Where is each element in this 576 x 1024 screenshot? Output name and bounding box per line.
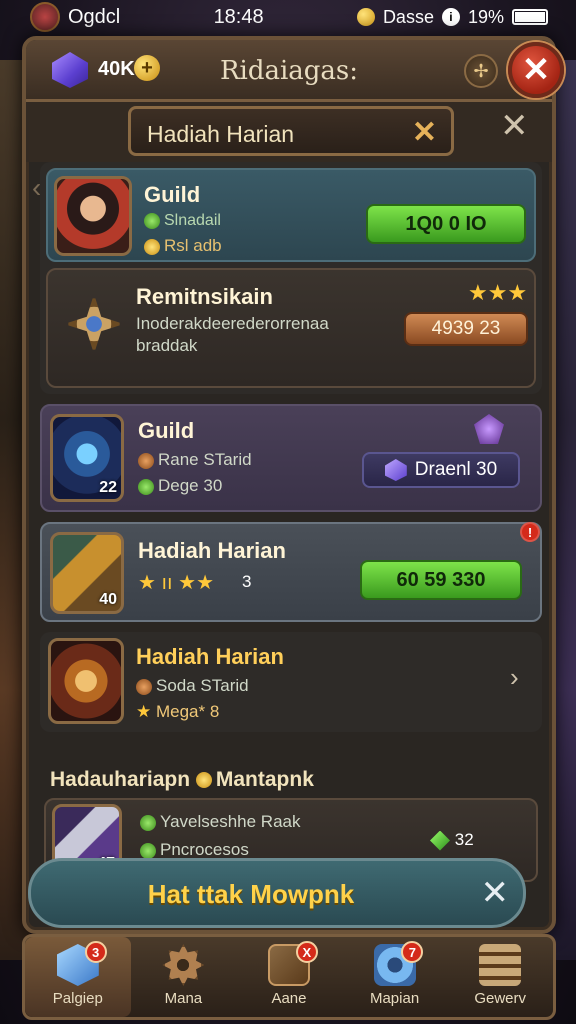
star-rating: ★ ıı ★★ xyxy=(138,572,215,594)
item-name: Guild xyxy=(144,182,201,207)
item-name: Remitnsikain xyxy=(136,284,273,309)
green-gem-icon xyxy=(430,830,450,851)
item-detail: Pncrocesos xyxy=(140,840,249,860)
gem-cost-button[interactable]: Draenl 30 xyxy=(362,452,520,488)
nav-label: Gewerv xyxy=(474,990,527,1007)
dismiss-icon[interactable]: ✕ xyxy=(500,106,529,146)
tab-close-icon[interactable]: ✕ xyxy=(412,115,437,150)
info-icon: i xyxy=(441,8,460,26)
hero-portrait xyxy=(48,638,124,724)
nav-label: Mapian xyxy=(369,990,420,1007)
network-text: Dasse xyxy=(382,6,434,27)
hero-portrait xyxy=(54,176,132,256)
item-detail: Dege 30 xyxy=(138,476,222,496)
close-icon[interactable]: ✕ xyxy=(481,873,510,913)
tab-label: Hadiah Harian xyxy=(147,121,295,147)
item-detail: Slnadail xyxy=(144,212,221,230)
panel-header: 40K + Ridaiagas: ✢ ✕ xyxy=(26,40,564,102)
action-label: Hat ttak Mowpnk xyxy=(147,879,355,909)
chevron-right-icon[interactable]: › xyxy=(510,662,519,693)
star-icon: ★ xyxy=(136,702,156,721)
level-tag: 40 xyxy=(99,591,117,608)
claim-button[interactable]: 1Q0 0 IO xyxy=(366,204,526,244)
item-name: Hadiah Harian xyxy=(138,538,286,563)
notification-badge: 3 xyxy=(84,941,107,963)
nav-item-aane[interactable]: Aane X xyxy=(236,937,342,1017)
item-detail: Rane STarid xyxy=(138,450,252,470)
list-item[interactable]: Remitnsikain Inoderakdeerederorrenaa bra… xyxy=(46,268,536,388)
price-button[interactable]: 4939 23 xyxy=(404,312,528,346)
item-detail: Rsl adb xyxy=(144,236,222,256)
item-name: Guild xyxy=(138,418,195,443)
section-title: Hadauhariapn Mantapnk xyxy=(50,768,314,791)
status-bar: Ogdcl 18:48 Dasse i 19% xyxy=(0,0,576,34)
notification-badge: X xyxy=(295,941,318,963)
nav-item-gewerv[interactable]: Gewerv xyxy=(447,937,553,1017)
orb-icon xyxy=(474,414,504,444)
menu-icon xyxy=(479,944,522,986)
list-item[interactable]: Hadiah Harian Soda STarid ★ Mega* 8 › xyxy=(40,632,542,732)
rewards-panel: 40K + Ridaiagas: ✢ ✕ ‹ Hadiah Harian ✕ ✕… xyxy=(22,36,564,934)
list-item[interactable]: Guild Slnadail Rsl adb 1Q0 0 IO xyxy=(46,168,536,262)
star-count: 3 xyxy=(242,572,252,591)
tab-daily-reward[interactable]: Hadiah Harian ✕ xyxy=(128,106,454,156)
notification-badge: 7 xyxy=(401,941,424,963)
gear-icon xyxy=(162,944,205,986)
nav-label: Palgiep xyxy=(52,990,103,1007)
level-tag: 22 xyxy=(99,479,117,496)
item-detail: ★ Mega* 8 xyxy=(136,702,220,721)
gem-icon xyxy=(384,459,407,481)
carrier-text: Ogdcl xyxy=(68,5,121,28)
battery-icon xyxy=(512,9,548,25)
action-banner[interactable]: Hat ttak Mowpnk ✕ xyxy=(28,858,526,928)
item-portrait: 40 xyxy=(50,532,124,614)
leaf-icon xyxy=(140,814,156,831)
claim-button[interactable]: 60 59 330 xyxy=(360,560,522,600)
nav-item-mapian[interactable]: Mapian 7 xyxy=(342,937,448,1017)
notification-badge: ! xyxy=(520,522,540,542)
coin-icon xyxy=(144,238,160,255)
medal-icon xyxy=(136,678,152,695)
item-description: braddak xyxy=(136,336,198,355)
nav-item-mana[interactable]: Mana xyxy=(131,937,237,1017)
hero-portrait: 22 xyxy=(50,414,124,502)
nav-label: Aane xyxy=(271,990,307,1007)
clock: 18:48 xyxy=(213,5,264,28)
item-name: Hadiah Harian xyxy=(136,644,284,669)
close-button[interactable]: ✕ xyxy=(508,42,564,98)
settings-button[interactable]: ✢ xyxy=(464,54,498,88)
list-item[interactable]: 40 Hadiah Harian ★ ıı ★★ 3 60 59 330 ! xyxy=(40,522,542,622)
item-detail: Soda STarid xyxy=(136,676,249,696)
item-description: Inoderakdeerederorrenaa xyxy=(136,314,329,333)
bottom-nav: Palgiep 3 Mana Aane X Mapian 7 Gewerv xyxy=(22,934,556,1020)
battery-percent: 19% xyxy=(467,6,504,27)
medal-icon xyxy=(138,452,154,469)
star-rating: ★★★ xyxy=(468,280,528,305)
leaf-icon xyxy=(144,212,160,229)
reward-list: Guild Slnadail Rsl adb 1Q0 0 IO Remitnsi… xyxy=(40,162,542,882)
coin-icon xyxy=(195,772,212,789)
reward-amount: 32 xyxy=(430,830,474,851)
emblem-icon xyxy=(64,294,124,354)
subtab-bar: ‹ Hadiah Harian ✕ xyxy=(26,102,552,203)
leaf-icon xyxy=(138,478,154,495)
leaf-icon xyxy=(140,842,156,859)
nav-label: Mana xyxy=(164,990,203,1007)
player-avatar-icon[interactable] xyxy=(30,2,60,32)
coin-icon xyxy=(356,8,375,26)
list-item[interactable]: 22 Guild Rane STarid Dege 30 Draenl 30 xyxy=(40,404,542,512)
nav-item-palgiep[interactable]: Palgiep 3 xyxy=(25,937,131,1017)
item-detail: Yavelseshhe Raak xyxy=(140,812,301,832)
